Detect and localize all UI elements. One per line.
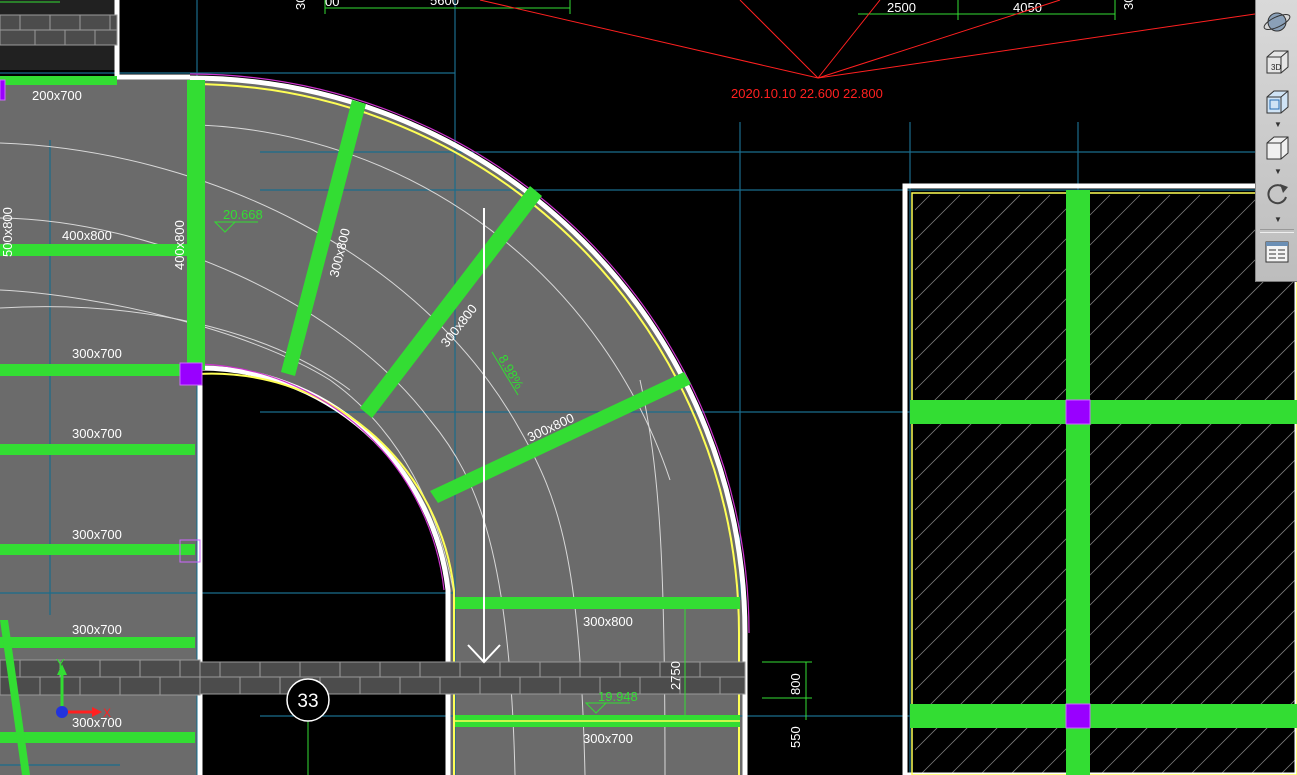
- dimension-label: 2750: [668, 661, 683, 690]
- grid-bubble: 33: [286, 678, 330, 722]
- dim-top-4: 2500: [887, 0, 916, 15]
- view-3d-button[interactable]: 3D: [1260, 44, 1294, 80]
- dimension-label: 550: [788, 726, 803, 748]
- toolbar-divider: [1260, 229, 1294, 233]
- dim-top-3: 5600: [430, 0, 459, 8]
- properties-panel-button[interactable]: [1260, 234, 1294, 270]
- beam-label: 300x700: [583, 731, 633, 746]
- grid-bubble-label: 33: [297, 691, 318, 712]
- beam-label: 500x800: [0, 207, 15, 257]
- ucs-x-label: X: [103, 706, 111, 720]
- view-box-button[interactable]: [1260, 130, 1294, 166]
- rotate-icon: [1267, 184, 1288, 205]
- elevation-label: 20.668: [223, 207, 263, 222]
- dim-top-2: 00: [325, 0, 339, 9]
- revision-leaders: [479, 0, 1256, 79]
- beam-label: 400x800: [172, 220, 187, 270]
- chevron-down-icon[interactable]: ▼: [1274, 121, 1282, 129]
- revision-note: 2020.10.10 22.600 22.800: [731, 86, 883, 101]
- view-cube-button[interactable]: [1260, 84, 1294, 120]
- properties-panel-icon: [1265, 241, 1289, 263]
- beam-label: 300x700: [72, 622, 122, 637]
- beam-label: 300x700: [72, 715, 122, 730]
- ucs-y-label: Y: [56, 656, 65, 671]
- beam-label: 300x700: [72, 426, 122, 441]
- dim-top-6: 30: [1121, 0, 1136, 10]
- dim-top-1: 30: [293, 0, 308, 10]
- beam-label: 300x800: [583, 614, 633, 629]
- beam-label: 200x700: [32, 88, 82, 103]
- elevation-label: 19.948: [598, 689, 638, 704]
- cad-drawing-canvas[interactable]: 30 00 5600 2500 4050 30 2020.10.10 22.60…: [0, 0, 1297, 775]
- view-box-icon: [1266, 136, 1289, 160]
- orbit-icon: [1263, 12, 1291, 32]
- top-dimensions: [0, 0, 1116, 20]
- chevron-down-icon[interactable]: ▼: [1274, 216, 1282, 224]
- dimension-label: 800: [788, 673, 803, 695]
- beam-label: 300x700: [72, 527, 122, 542]
- navigation-toolbar: 3D ▼ ▼ ▼: [1255, 0, 1297, 282]
- view-cube-icon: [1266, 90, 1289, 114]
- rotate-button[interactable]: [1260, 176, 1294, 212]
- chevron-down-icon[interactable]: ▼: [1274, 168, 1282, 176]
- view-3d-label: 3D: [1271, 63, 1281, 72]
- beam-label: 400x800: [62, 228, 112, 243]
- beam-label: 300x700: [72, 346, 122, 361]
- orbit-button[interactable]: [1260, 4, 1294, 40]
- view-3d-icon: 3D: [1266, 50, 1289, 74]
